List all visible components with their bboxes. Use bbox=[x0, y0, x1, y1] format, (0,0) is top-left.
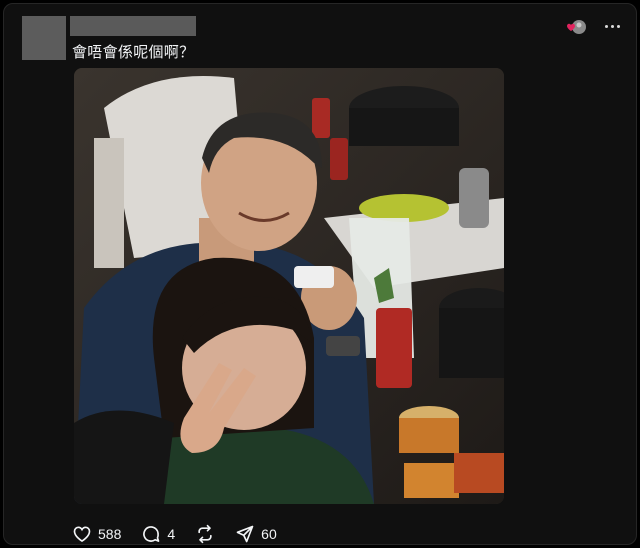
like-count: 588 bbox=[98, 526, 122, 542]
like-button[interactable]: 588 bbox=[72, 524, 121, 544]
send-icon bbox=[236, 525, 254, 543]
username-redacted[interactable] bbox=[70, 16, 196, 36]
comment-icon bbox=[143, 526, 160, 542]
post-card: 會唔會係呢個啊？ 588 4 60 bbox=[3, 3, 637, 545]
heart-avatar-badge-icon[interactable] bbox=[564, 18, 588, 36]
reply-count: 4 bbox=[167, 526, 176, 542]
share-button[interactable]: 60 bbox=[235, 524, 277, 544]
more-horizontal-icon[interactable] bbox=[601, 16, 623, 36]
post-text: 會唔會係呢個啊？ bbox=[72, 43, 195, 61]
share-count: 60 bbox=[261, 526, 277, 542]
repost-button[interactable] bbox=[195, 524, 215, 544]
avatar-redacted[interactable] bbox=[22, 16, 66, 60]
post-photo[interactable] bbox=[74, 68, 504, 504]
repost-icon bbox=[198, 524, 212, 544]
reply-button[interactable]: 4 bbox=[141, 524, 175, 544]
action-bar: 588 4 60 bbox=[72, 522, 297, 546]
heart-icon bbox=[73, 526, 91, 543]
